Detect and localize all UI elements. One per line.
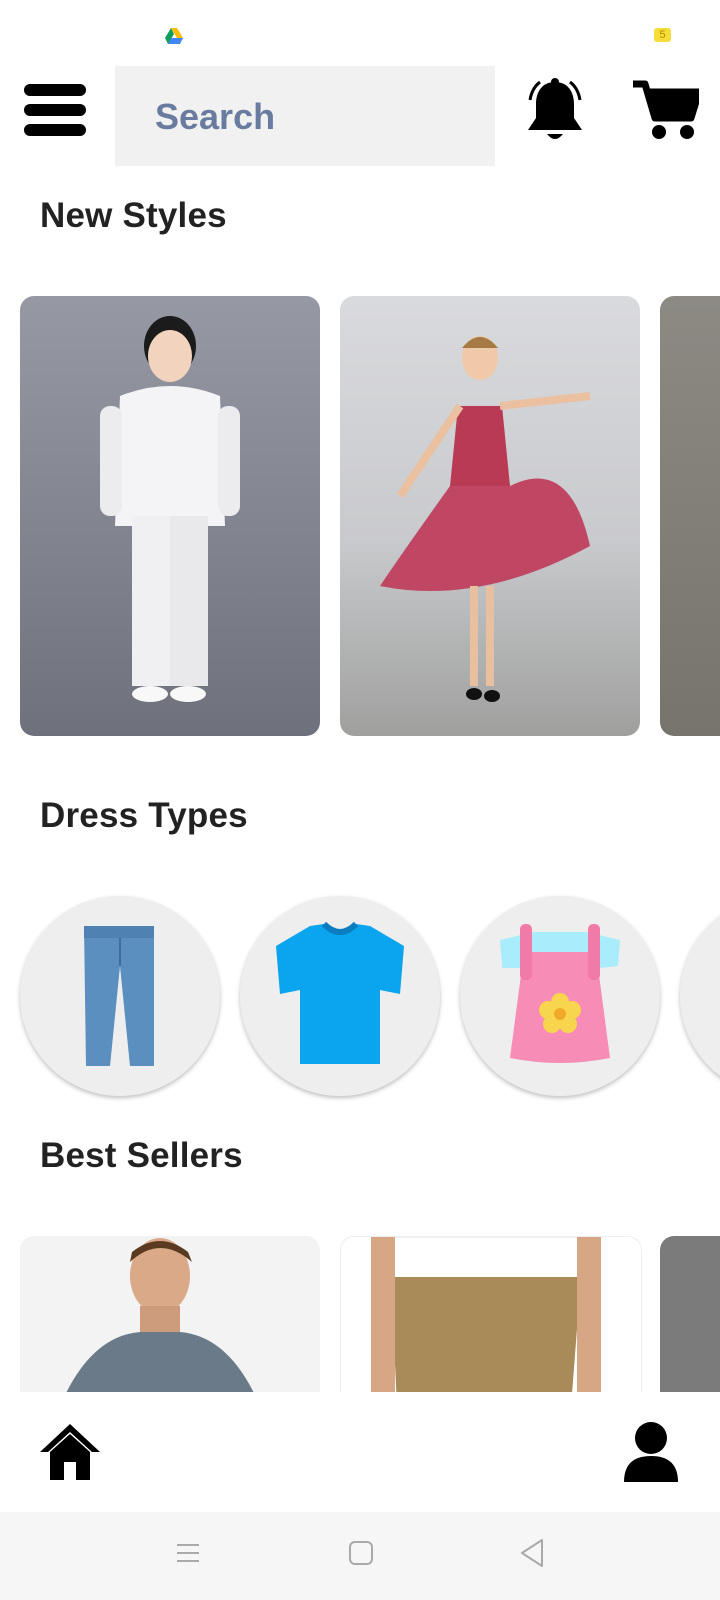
profile-icon[interactable] [622,1420,680,1482]
bottom-navigation [0,1392,720,1512]
best-seller-card-partial[interactable] [660,1236,720,1392]
best-seller-card-khaki-pants[interactable] [340,1236,642,1392]
dress-type-partial[interactable] [680,896,720,1096]
system-navigation-bar [0,1512,720,1600]
status-bar: 5 [0,0,720,60]
dress-types-title: Dress Types [40,796,248,835]
denim-shirt-image [66,1238,254,1392]
battery-icon: 5 [654,28,671,42]
home-icon[interactable] [38,1422,102,1482]
dress-type-kids-dress[interactable] [460,896,660,1096]
red-dress-image [380,336,591,702]
tshirt-icon [276,921,404,1064]
best-sellers-carousel[interactable] [0,1236,720,1392]
search-input[interactable]: Search [115,66,495,166]
best-sellers-title: Best Sellers [40,1136,243,1175]
home-button-icon[interactable] [348,1540,374,1566]
notification-bell-icon[interactable] [524,78,586,144]
best-seller-card-denim-shirt[interactable] [20,1236,320,1392]
menu-icon[interactable] [24,84,86,136]
new-styles-carousel[interactable] [0,296,720,736]
kids-dress-icon [500,924,620,1063]
back-icon[interactable] [518,1538,546,1568]
recent-apps-icon[interactable] [175,1540,201,1566]
search-placeholder: Search [155,96,276,137]
white-suit-image [100,316,240,702]
new-style-card-partial[interactable] [660,296,720,736]
new-style-card-red-dress[interactable] [340,296,640,736]
dress-type-jeans[interactable] [20,896,220,1096]
dress-type-tshirt[interactable] [240,896,440,1096]
khaki-pants-image [371,1237,601,1392]
cart-icon[interactable] [633,78,699,142]
new-styles-title: New Styles [40,196,227,235]
dress-types-carousel[interactable] [0,894,720,1104]
new-style-card-white-suit[interactable] [20,296,320,736]
google-drive-icon [165,28,183,44]
jeans-icon [84,926,154,1066]
